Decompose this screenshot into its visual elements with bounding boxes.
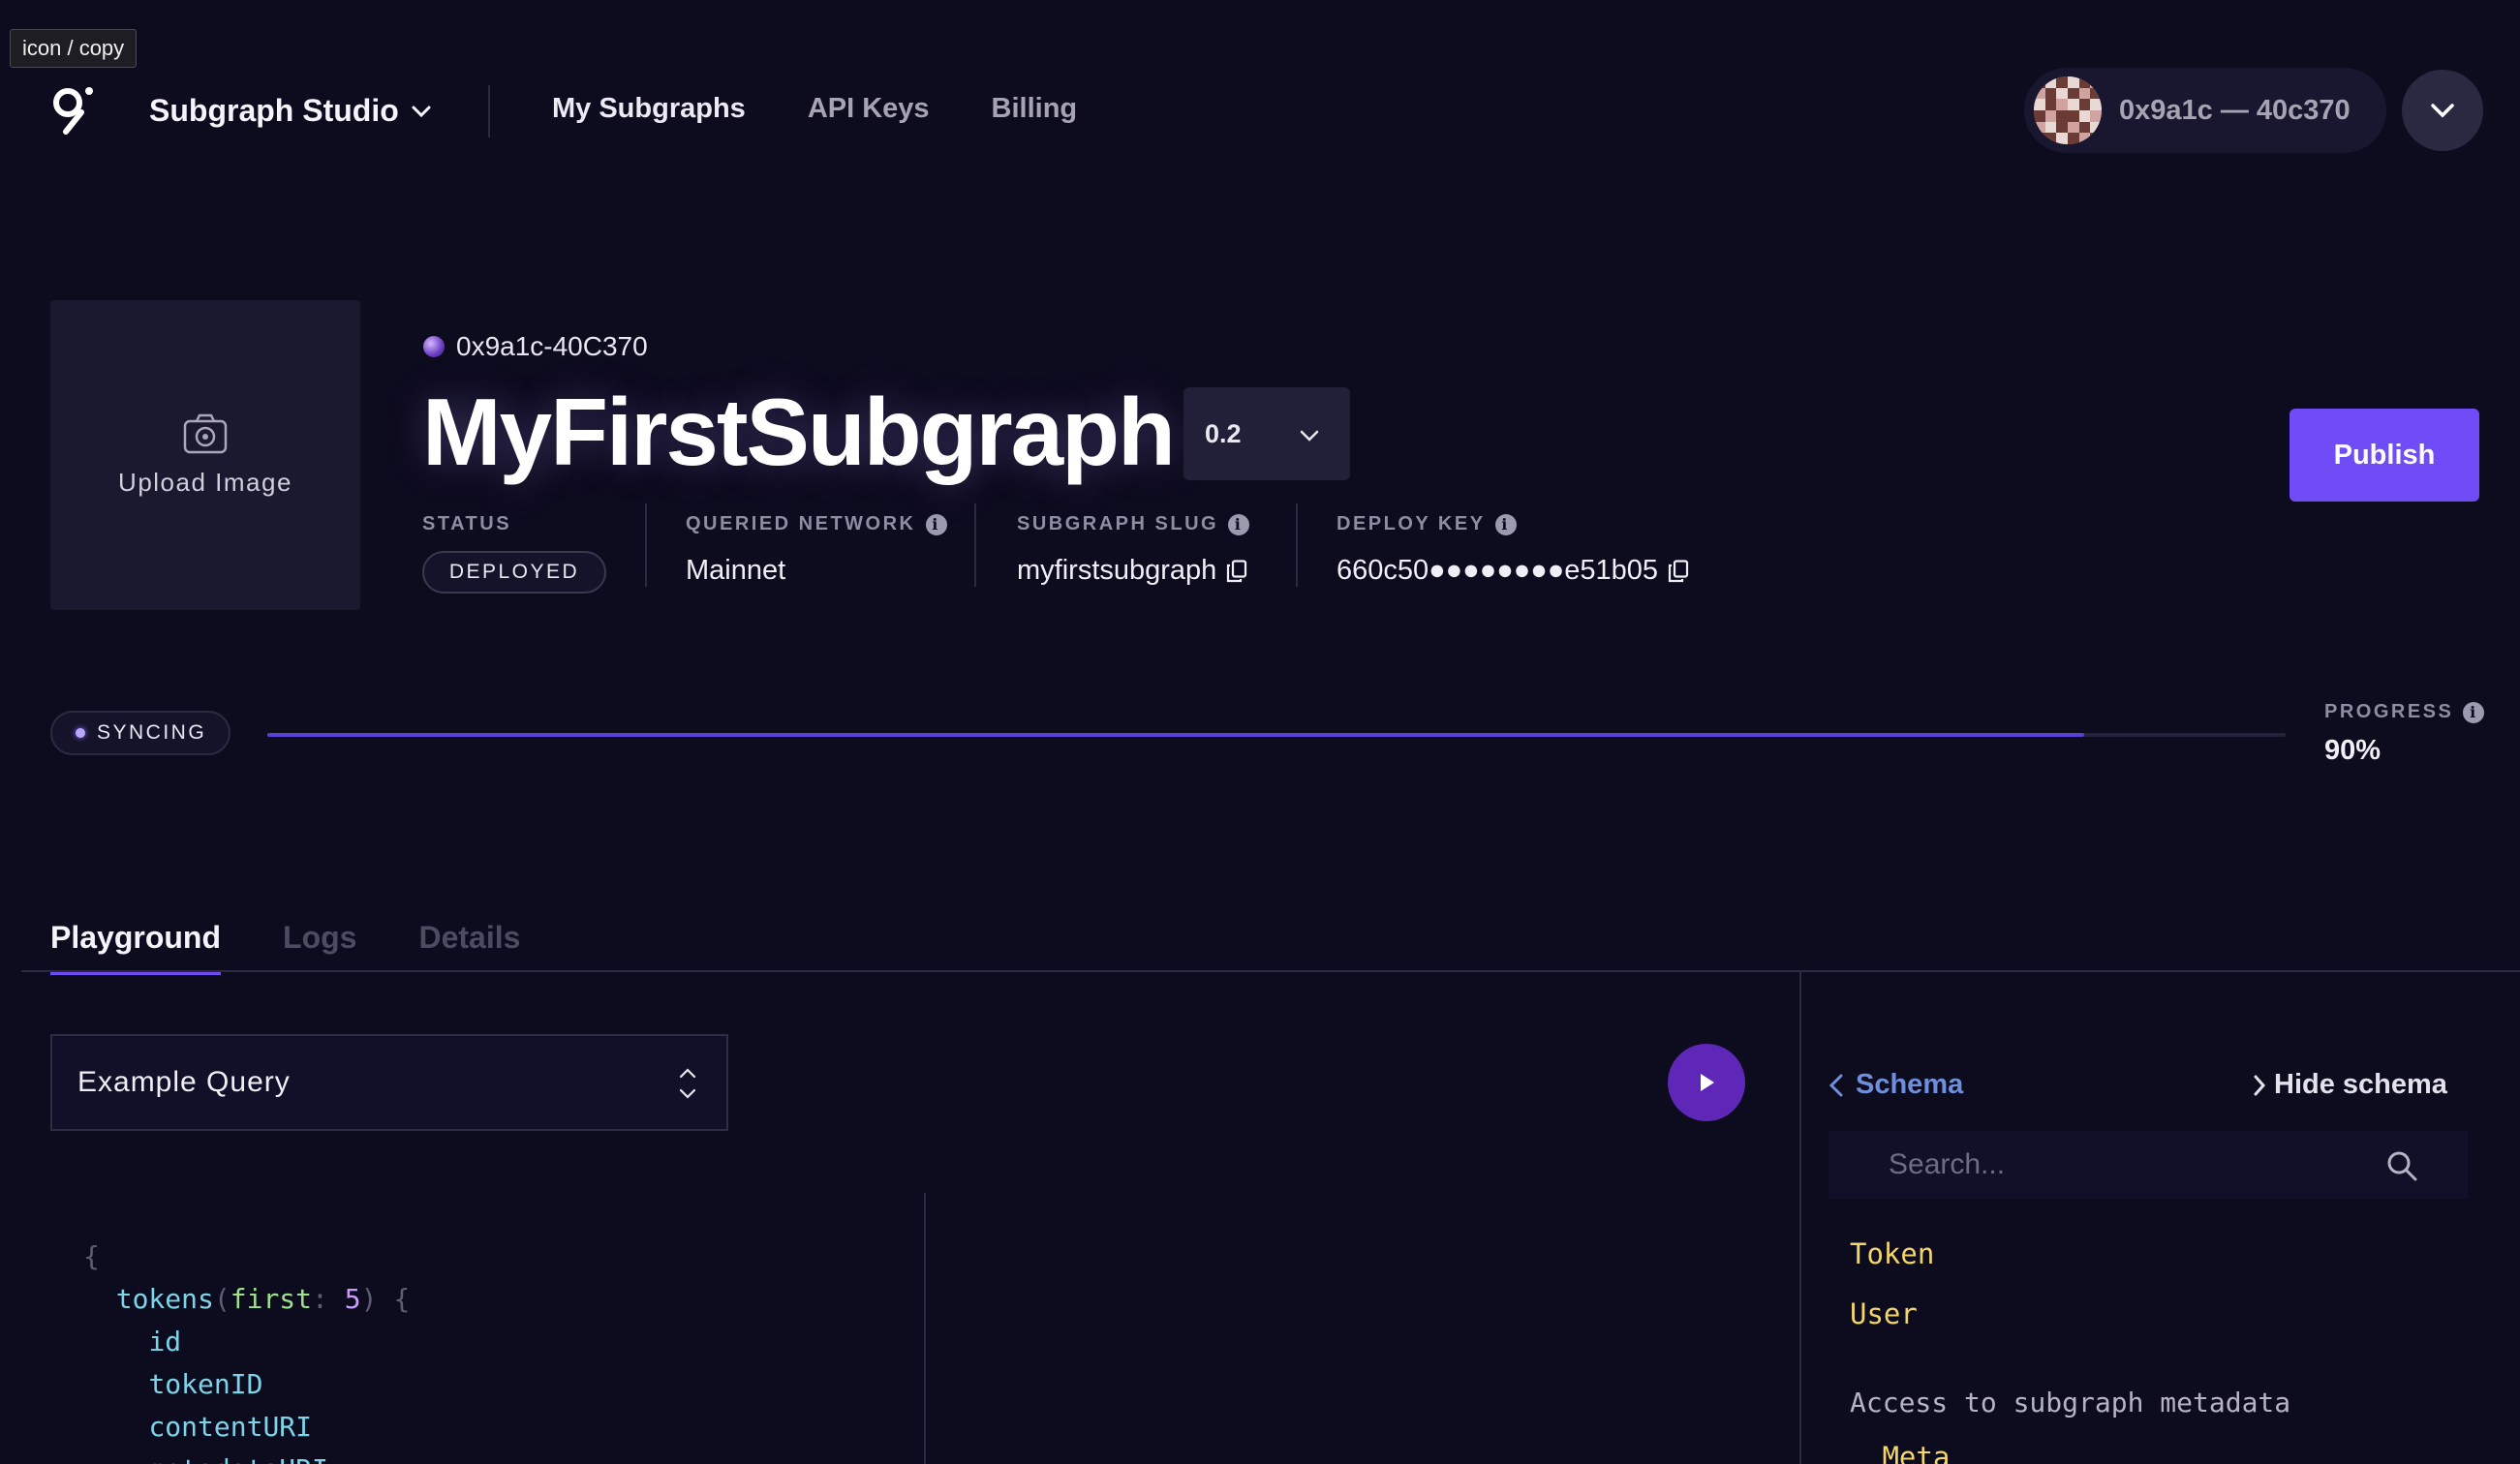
schema-search bbox=[1829, 1131, 2468, 1199]
info-icon[interactable]: i bbox=[1228, 513, 1250, 535]
deploy-key-value: 660c50●●●●●●●●e51b05 bbox=[1337, 555, 1689, 587]
account-button[interactable]: 0x9a1c — 40c370 bbox=[2024, 68, 2386, 153]
main-nav: My Subgraphs API Keys Billing bbox=[552, 93, 1077, 125]
nav-my-subgraphs[interactable]: My Subgraphs bbox=[552, 93, 746, 125]
chevron-down-icon bbox=[2431, 104, 2454, 118]
avatar bbox=[2034, 76, 2102, 144]
sync-indicator-dot bbox=[76, 728, 85, 738]
tab-bar: Playground Logs Details bbox=[50, 920, 520, 975]
schema-type-token[interactable]: Token bbox=[1850, 1237, 1934, 1270]
slug-block: SUBGRAPH SLUG i myfirstsubgraph bbox=[1017, 513, 1250, 587]
meta-divider bbox=[1296, 503, 1298, 587]
version-value: 0.2 bbox=[1205, 418, 1242, 448]
code-line: metadataURI bbox=[83, 1449, 410, 1464]
sync-progress-fill bbox=[267, 733, 2084, 737]
status-label: STATUS bbox=[422, 513, 512, 534]
graph-logo-icon[interactable] bbox=[46, 85, 93, 139]
studio-switcher[interactable]: Subgraph Studio bbox=[149, 93, 432, 129]
tabs-divider bbox=[21, 970, 2520, 972]
owner-avatar bbox=[423, 336, 445, 357]
schema-panel-divider bbox=[1799, 972, 1801, 1464]
upload-image-label: Upload Image bbox=[118, 467, 292, 497]
code-line: tokenID bbox=[148, 1368, 263, 1400]
run-query-button[interactable] bbox=[1668, 1044, 1745, 1121]
chevron-left-icon bbox=[1829, 1074, 1843, 1096]
chevron-down-icon bbox=[412, 106, 431, 117]
copy-tooltip: icon / copy bbox=[10, 29, 138, 68]
code-line: id bbox=[148, 1326, 182, 1357]
chevron-down-icon bbox=[1300, 430, 1319, 442]
copy-icon[interactable] bbox=[1668, 559, 1689, 583]
slug-value: myfirstsubgraph bbox=[1017, 555, 1249, 587]
meta-divider bbox=[645, 503, 647, 587]
code-line: contentURI bbox=[148, 1411, 313, 1443]
deploy-key-block: DEPLOY KEY i 660c50●●●●●●●●e51b05 bbox=[1337, 513, 1689, 587]
tab-details[interactable]: Details bbox=[418, 920, 520, 975]
query-select[interactable]: Example Query bbox=[50, 1034, 728, 1131]
info-icon[interactable]: i bbox=[2463, 701, 2485, 723]
owner-label: 0x9a1c-40C370 bbox=[456, 331, 648, 361]
hide-schema-label: Hide schema bbox=[2274, 1069, 2447, 1100]
upload-image-button[interactable]: Upload Image bbox=[50, 300, 360, 610]
hide-schema-button[interactable]: Hide schema bbox=[2253, 1069, 2447, 1101]
schema-meta-description: Access to subgraph metadata bbox=[1850, 1387, 2291, 1418]
info-icon[interactable]: i bbox=[1494, 513, 1517, 535]
meta-divider bbox=[974, 503, 976, 587]
sync-status-label: SYNCING bbox=[97, 721, 207, 744]
play-icon bbox=[1701, 1074, 1714, 1091]
chevron-right-icon bbox=[2254, 1075, 2266, 1095]
schema-search-input[interactable] bbox=[1889, 1148, 2353, 1181]
sync-status-badge: SYNCING bbox=[50, 711, 230, 755]
schema-type-meta[interactable]: _Meta bbox=[1865, 1441, 1950, 1464]
page-title: MyFirstSubgraph bbox=[422, 379, 1176, 485]
tab-logs[interactable]: Logs bbox=[283, 920, 356, 975]
camera-icon bbox=[183, 413, 228, 453]
code-line: { bbox=[83, 1240, 100, 1272]
deploy-key-label: DEPLOY KEY i bbox=[1337, 513, 1689, 535]
account-menu-button[interactable] bbox=[2402, 70, 2483, 151]
slug-label: SUBGRAPH SLUG i bbox=[1017, 513, 1250, 535]
publish-button[interactable]: Publish bbox=[2290, 409, 2479, 502]
progress-value: 90% bbox=[2324, 735, 2382, 766]
account-address: 0x9a1c — 40c370 bbox=[2119, 94, 2351, 126]
network-label: QUERIED NETWORK i bbox=[686, 513, 947, 535]
tab-playground[interactable]: Playground bbox=[50, 920, 222, 975]
status-badge: DEPLOYED bbox=[422, 551, 606, 594]
progress-label: PROGRESS i bbox=[2324, 701, 2485, 723]
studio-label: Subgraph Studio bbox=[149, 93, 399, 128]
owner-address: 0x9a1c-40C370 bbox=[423, 331, 648, 362]
copy-icon[interactable] bbox=[1226, 559, 1247, 583]
editor-divider bbox=[924, 1193, 926, 1464]
network-block: QUERIED NETWORK i Mainnet bbox=[686, 513, 947, 587]
network-value: Mainnet bbox=[686, 555, 786, 586]
status-block: STATUS DEPLOYED bbox=[422, 513, 606, 594]
code-line: tokens(first: 5) { bbox=[115, 1283, 411, 1315]
query-editor[interactable]: { tokens(first: 5) { id tokenID contentU… bbox=[83, 1235, 410, 1464]
header-divider bbox=[488, 85, 490, 137]
query-select-value: Example Query bbox=[77, 1066, 291, 1098]
chevron-up-down-icon bbox=[679, 1068, 696, 1099]
nav-api-keys[interactable]: API Keys bbox=[808, 93, 930, 125]
sync-progress-bar bbox=[267, 733, 2286, 737]
nav-billing[interactable]: Billing bbox=[992, 93, 1078, 125]
schema-type-user[interactable]: User bbox=[1850, 1297, 1918, 1330]
progress-block: PROGRESS i 90% bbox=[2324, 701, 2485, 767]
version-select[interactable]: 0.2 bbox=[1183, 387, 1350, 480]
subgraph-studio-page: icon / copy Subgraph Studio My Subgraphs… bbox=[0, 0, 2520, 1464]
schema-back-label: Schema bbox=[1856, 1069, 1964, 1100]
schema-back-button[interactable]: Schema bbox=[1829, 1069, 1963, 1101]
search-icon[interactable] bbox=[2386, 1150, 2417, 1181]
info-icon[interactable]: i bbox=[925, 513, 947, 535]
